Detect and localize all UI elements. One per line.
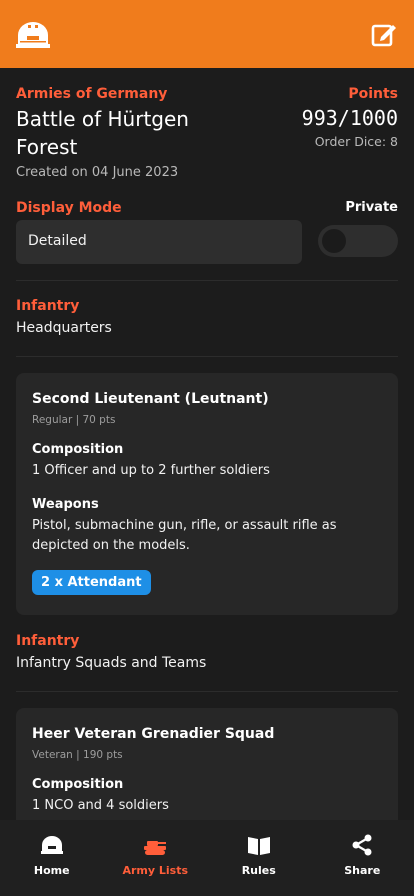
weapons-label: Weapons — [32, 497, 99, 512]
points-summary: Points 993/1000 Order Dice: 8 — [302, 86, 398, 149]
composition-value: 1 NCO and 4 soldiers — [32, 798, 169, 813]
nav-rules[interactable]: Rules — [207, 820, 311, 896]
points-value: 993/1000 — [301, 106, 398, 130]
faction-label: Armies of Germany — [16, 86, 168, 102]
section-category: Infantry — [16, 298, 80, 314]
composition-label: Composition — [32, 777, 124, 792]
army-list-detail: Armies of Germany Battle of Hürtgen Fore… — [0, 68, 414, 820]
section-subcategory: Infantry Squads and Teams — [16, 655, 207, 671]
toggle-knob — [322, 229, 346, 253]
nav-share[interactable]: Share — [311, 820, 414, 896]
unit-name: Heer Veteran Grenadier Squad — [32, 726, 275, 742]
bunker-icon — [40, 834, 64, 856]
list-header: Armies of Germany Battle of Hürtgen Fore… — [16, 86, 246, 180]
private-label: Private — [345, 200, 398, 215]
nav-army-lists[interactable]: Army Lists — [104, 820, 208, 896]
composition-label: Composition — [32, 442, 124, 457]
private-toggle[interactable] — [318, 225, 398, 257]
unit-card[interactable]: Second Lieutenant (Leutnant) Regular | 7… — [16, 373, 398, 615]
points-label: Points — [348, 86, 398, 102]
display-mode-label: Display Mode — [16, 200, 122, 216]
divider — [16, 356, 398, 357]
section-subcategory: Headquarters — [16, 320, 112, 336]
app-header — [0, 0, 414, 68]
nav-label: Share — [344, 864, 381, 877]
unit-name: Second Lieutenant (Leutnant) — [32, 391, 269, 407]
unit-card[interactable]: Heer Veteran Grenadier Squad Veteran | 1… — [16, 708, 398, 820]
composition-value: 1 Officer and up to 2 further soldiers — [32, 463, 270, 478]
created-date: Created on 04 June 2023 — [16, 165, 179, 180]
nav-home[interactable]: Home — [0, 820, 104, 896]
bottom-nav: Home Army Lists Rules Share — [0, 820, 414, 896]
section-infantry-squads: Infantry Infantry Squads and Teams — [16, 633, 206, 671]
share-icon — [350, 834, 374, 856]
order-dice: Order Dice: 8 — [314, 134, 398, 149]
unit-meta: Veteran | 190 pts — [32, 749, 123, 761]
display-mode-select[interactable]: Detailed — [16, 220, 302, 264]
nav-label: Rules — [241, 864, 276, 877]
edit-icon[interactable] — [370, 20, 398, 48]
upgrade-badge[interactable]: 2 x Attendant — [32, 570, 151, 595]
nav-label: Home — [33, 864, 70, 877]
list-title: Battle of Hürtgen Forest — [16, 107, 189, 159]
section-category: Infantry — [16, 633, 80, 649]
unit-meta: Regular | 70 pts — [32, 414, 116, 426]
weapons-value: Pistol, submachine gun, rifle, or assaul… — [32, 518, 337, 553]
divider — [16, 691, 398, 692]
divider — [16, 280, 398, 281]
tank-icon — [143, 834, 167, 856]
book-icon — [247, 834, 271, 856]
nav-label: Army Lists — [122, 864, 189, 877]
bunker-icon[interactable] — [15, 18, 51, 50]
section-headquarters: Infantry Headquarters — [16, 298, 112, 336]
